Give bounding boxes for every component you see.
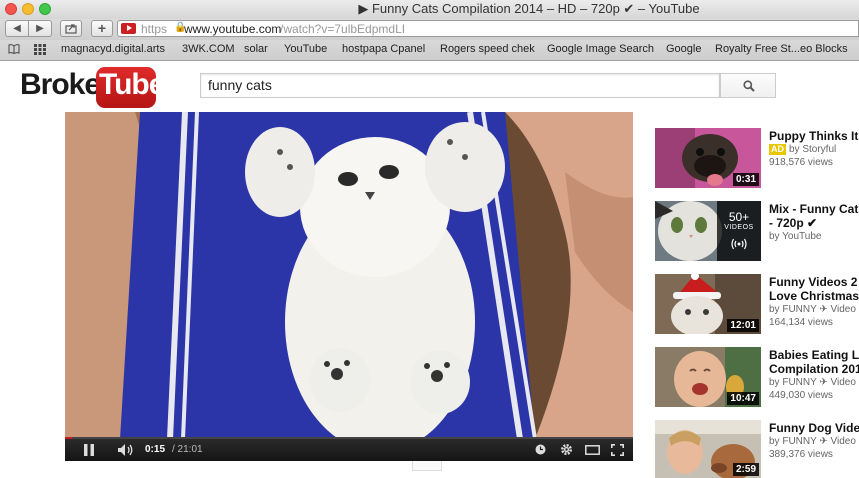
video-title-line2[interactable]: Compilation 201 xyxy=(769,362,859,376)
channel-name[interactable]: by FUNNY ✈ Video xyxy=(769,436,859,447)
bookmark-item[interactable]: hostpapa Cpanel xyxy=(342,43,425,55)
watch-later-icon[interactable] xyxy=(535,444,546,455)
url-scheme: https xyxy=(141,22,168,36)
window-title-bar: ▶ Funny Cats Compilation 2014 – HD – 720… xyxy=(0,0,859,20)
bookmark-item[interactable]: Rogers speed chek xyxy=(440,43,535,55)
channel-name[interactable]: by FUNNY ✈ Video xyxy=(769,304,859,315)
plus-icon: + xyxy=(97,20,107,36)
channel-name[interactable]: by Storyful xyxy=(789,144,836,155)
youtube-favicon-icon xyxy=(121,23,136,34)
video-title[interactable]: Babies Eating L xyxy=(769,348,859,362)
mix-radio-icon xyxy=(731,238,747,250)
video-title[interactable]: Funny Dog Vide xyxy=(769,421,859,435)
theater-mode-icon[interactable] xyxy=(585,445,600,455)
video-title[interactable]: Mix - Funny Cat xyxy=(769,202,859,216)
top-sites-grid-icon[interactable] xyxy=(34,44,46,55)
video-title-line2[interactable]: - 720p ✔ xyxy=(769,216,859,230)
video-channel: AD by Storyful xyxy=(769,144,859,155)
pause-icon[interactable] xyxy=(83,444,95,456)
current-time: 0:15 xyxy=(145,444,166,455)
video-duration: 0:31 xyxy=(732,173,759,186)
total-time: / 21:01 xyxy=(172,444,203,455)
video-thumbnail[interactable]: 12:01 xyxy=(655,274,761,334)
url-path: /watch?v=7ulbEdpmdLI xyxy=(280,22,406,36)
recommended-video[interactable]: 10:47 Babies Eating L Compilation 201 by… xyxy=(655,347,859,409)
video-thumbnail[interactable]: 2:59 xyxy=(655,420,761,478)
bookmark-item[interactable]: 3WK.COM xyxy=(182,43,235,55)
new-tab-button[interactable]: + xyxy=(91,20,113,37)
video-player[interactable] xyxy=(65,112,633,460)
video-title-line2[interactable]: Love Christmas xyxy=(769,289,859,303)
video-duration: 10:47 xyxy=(727,392,759,405)
back-arrow-icon: ◀ xyxy=(13,23,21,34)
video-thumbnail[interactable]: 10:47 xyxy=(655,347,761,407)
video-duration: 2:59 xyxy=(732,463,759,476)
logo-tube-text[interactable]: Tube xyxy=(99,68,165,102)
url-host: www.youtube.com xyxy=(184,22,282,36)
share-button[interactable] xyxy=(60,20,82,37)
browser-toolbar: ◀ ▶ + https 🔒 www.youtube.com /watch?v=7… xyxy=(0,19,859,41)
view-count: 164,134 views xyxy=(769,317,833,328)
mix-videos-label: VIDEOS xyxy=(724,224,754,231)
recommended-mix[interactable]: 50+ VIDEOS Mix - Funny Cat - 720p ✔ by Y… xyxy=(655,201,859,263)
video-thumbnail[interactable]: 50+ VIDEOS xyxy=(655,201,761,261)
search-button[interactable] xyxy=(720,73,776,98)
share-icon xyxy=(65,24,77,34)
mix-video-count: 50+ xyxy=(728,210,750,224)
view-count: 918,576 views xyxy=(769,157,833,168)
address-bar[interactable]: https 🔒 www.youtube.com /watch?v=7ulbEdp… xyxy=(117,20,859,37)
video-frame-kitten xyxy=(65,112,633,439)
back-button[interactable]: ◀ xyxy=(5,20,29,37)
video-title[interactable]: Puppy Thinks It xyxy=(769,129,859,143)
player-resize-handle[interactable] xyxy=(412,461,442,471)
forward-arrow-icon: ▶ xyxy=(36,23,44,34)
view-count: 389,376 views xyxy=(769,449,833,460)
bookmark-item[interactable]: Royalty Free St...eo Blocks xyxy=(715,43,848,55)
ad-badge: AD xyxy=(769,144,786,155)
recommended-video[interactable]: 12:01 Funny Videos 2 Love Christmas by F… xyxy=(655,274,859,336)
view-count: 449,030 views xyxy=(769,390,833,401)
bookmark-item[interactable]: Google xyxy=(666,43,701,55)
settings-gear-icon[interactable] xyxy=(560,443,573,456)
volume-icon[interactable] xyxy=(118,444,134,456)
reading-list-icon[interactable] xyxy=(8,44,20,54)
recommended-video[interactable]: 2:59 Funny Dog Vide by FUNNY ✈ Video 389… xyxy=(655,420,859,478)
fullscreen-icon[interactable] xyxy=(611,444,624,456)
bookmark-item[interactable]: magnacyd.digital.arts xyxy=(61,43,165,55)
channel-name[interactable]: by FUNNY ✈ Video xyxy=(769,377,859,388)
search-input[interactable]: funny cats xyxy=(200,73,720,98)
bookmark-item[interactable]: YouTube xyxy=(284,43,327,55)
recommended-video[interactable]: 0:31 Puppy Thinks It AD by Storyful 918,5… xyxy=(655,128,859,190)
mix-overlay: 50+ VIDEOS xyxy=(717,201,761,261)
bookmark-item[interactable]: solar xyxy=(244,43,268,55)
video-title[interactable]: Funny Videos 2 xyxy=(769,275,859,289)
forward-button[interactable]: ▶ xyxy=(28,20,52,37)
video-duration: 12:01 xyxy=(727,319,759,332)
bookmark-item[interactable]: Google Image Search xyxy=(547,43,654,55)
bookmarks-bar: magnacyd.digital.arts 3WK.COM solar YouT… xyxy=(0,40,859,61)
video-thumbnail[interactable]: 0:31 xyxy=(655,128,761,188)
channel-name[interactable]: by YouTube xyxy=(769,231,859,242)
window-title: ▶ Funny Cats Compilation 2014 – HD – 720… xyxy=(358,1,700,16)
search-icon xyxy=(743,80,755,92)
